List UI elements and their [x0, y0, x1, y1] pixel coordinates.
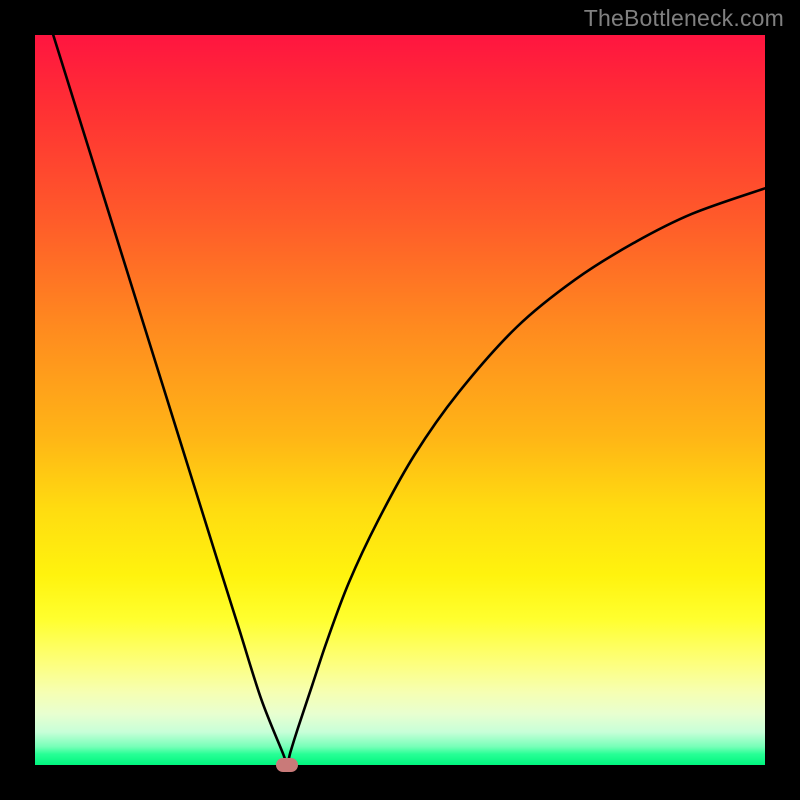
chart-frame: TheBottleneck.com: [0, 0, 800, 800]
curve-svg: [35, 35, 765, 765]
bottleneck-curve-path: [35, 35, 765, 765]
optimal-point-marker: [276, 758, 298, 772]
plot-area: [35, 35, 765, 765]
attribution-text: TheBottleneck.com: [584, 5, 784, 32]
